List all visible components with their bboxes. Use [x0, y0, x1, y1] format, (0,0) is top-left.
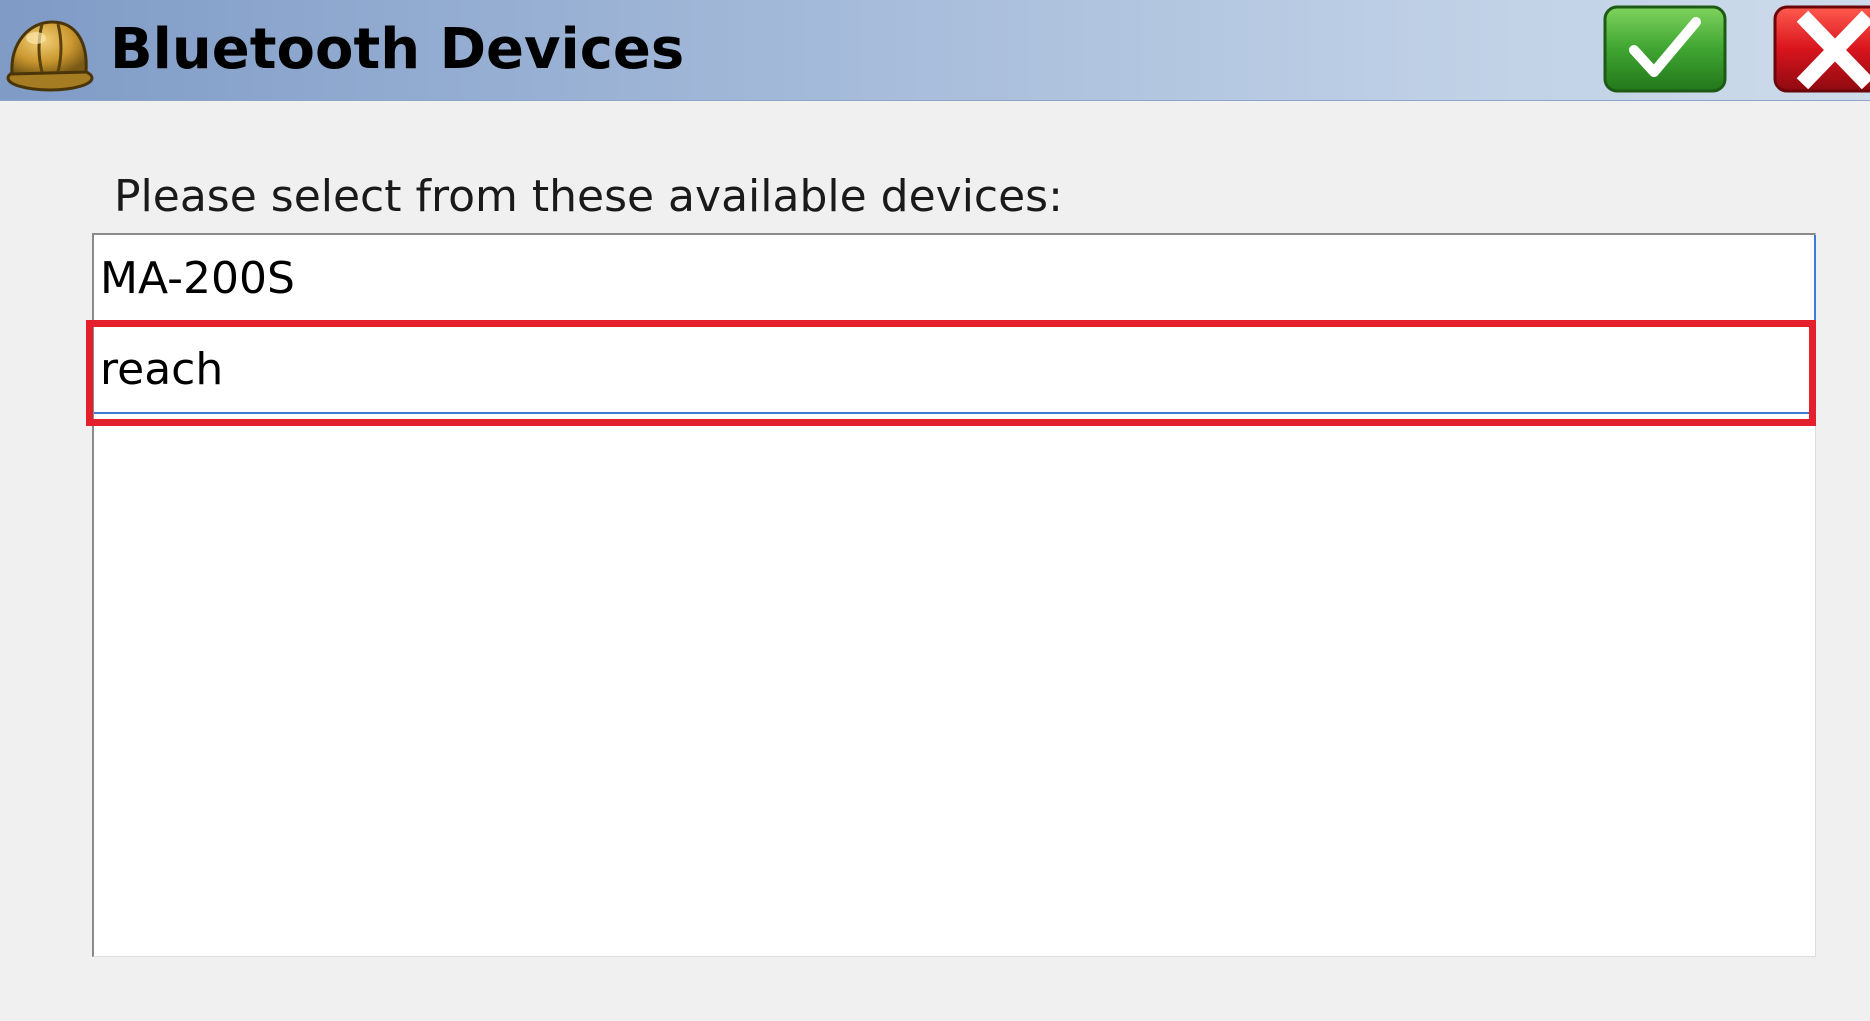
ok-button[interactable]: [1602, 4, 1728, 94]
hard-hat-icon: [2, 12, 94, 94]
cancel-button[interactable]: [1772, 4, 1870, 94]
device-list[interactable]: MA-200S reach: [92, 233, 1816, 957]
device-item-reach[interactable]: reach: [94, 326, 1816, 414]
title-bar: Bluetooth Devices: [0, 0, 1870, 101]
device-item-ma-200s[interactable]: MA-200S: [94, 235, 1816, 323]
select-prompt: Please select from these available devic…: [114, 171, 1063, 222]
window-title: Bluetooth Devices: [110, 17, 685, 82]
